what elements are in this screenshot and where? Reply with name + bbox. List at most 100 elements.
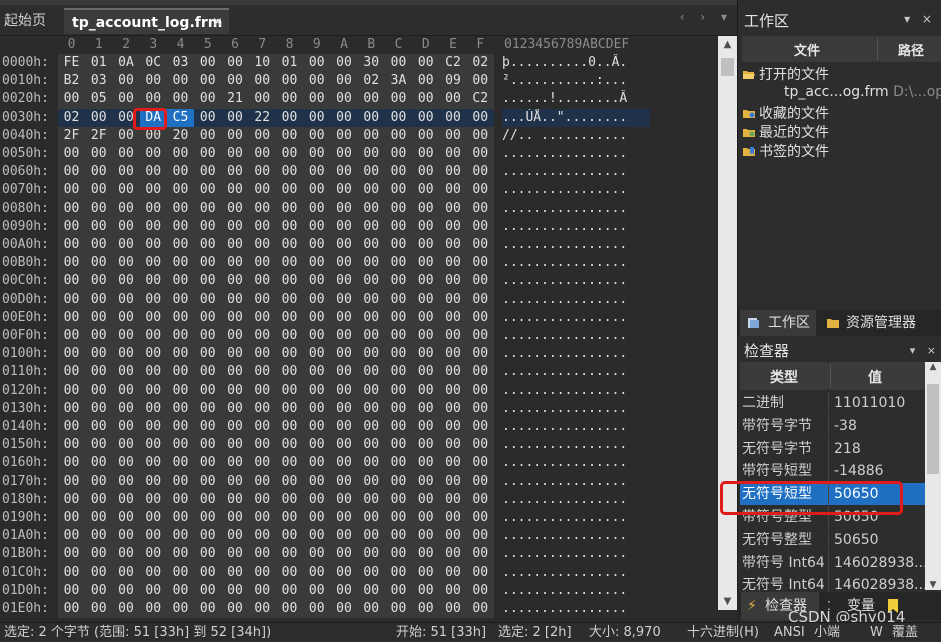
hex-byte[interactable]: 00 [249, 527, 276, 545]
hex-byte[interactable]: 00 [140, 436, 167, 454]
hex-byte[interactable]: 00 [167, 72, 194, 90]
hex-byte[interactable]: 00 [385, 54, 412, 72]
hex-byte[interactable]: 00 [58, 418, 85, 436]
hex-bytes[interactable]: 00 00 00 00 00 00 00 00 00 00 00 00 00 00 00 00 [58, 472, 494, 491]
hex-bytes[interactable]: 00 00 00 00 00 00 00 00 00 00 00 00 00 00 00 00 [58, 308, 494, 327]
hex-byte[interactable]: 00 [440, 418, 467, 436]
hex-byte[interactable]: 00 [385, 181, 412, 199]
hex-byte[interactable]: 00 [85, 382, 112, 400]
hex-byte[interactable]: C2 [440, 54, 467, 72]
hex-row[interactable]: 00E0h: 00 00 00 00 00 00 00 00 00 00 00 00 00 00 00 00..… [0, 308, 718, 327]
hex-byte[interactable]: 00 [222, 473, 249, 491]
hex-byte[interactable]: 00 [331, 600, 358, 618]
hex-byte[interactable]: 00 [276, 527, 303, 545]
hex-byte[interactable]: 00 [113, 491, 140, 509]
hex-byte[interactable]: 00 [331, 345, 358, 363]
hex-byte[interactable]: 00 [358, 454, 385, 472]
hex-byte[interactable]: 00 [467, 145, 494, 163]
hex-byte[interactable]: 00 [222, 491, 249, 509]
ascii-text[interactable]: ................ [502, 254, 650, 272]
hex-byte[interactable]: 00 [167, 90, 194, 108]
ascii-text[interactable]: ................ [502, 473, 650, 491]
hex-byte[interactable]: 00 [194, 564, 221, 582]
hex-byte[interactable]: 00 [194, 145, 221, 163]
hex-byte[interactable]: 00 [140, 491, 167, 509]
hex-byte[interactable]: 00 [303, 473, 330, 491]
ascii-text[interactable]: ................ [502, 218, 650, 236]
hex-byte[interactable]: 00 [303, 382, 330, 400]
hex-byte[interactable]: 00 [358, 218, 385, 236]
ascii-text[interactable]: ................ [502, 545, 650, 563]
hex-byte[interactable]: 00 [440, 236, 467, 254]
hex-byte[interactable]: 00 [140, 163, 167, 181]
hex-byte[interactable]: 00 [331, 454, 358, 472]
hex-byte[interactable]: 00 [467, 545, 494, 563]
hex-byte[interactable]: 00 [331, 509, 358, 527]
hex-row[interactable]: 00D0h: 00 00 00 00 00 00 00 00 00 00 00 00 00 00 00 00..… [0, 290, 718, 309]
hex-byte[interactable]: 00 [331, 545, 358, 563]
hex-row[interactable]: 01A0h: 00 00 00 00 00 00 00 00 00 00 00 00 00 00 00 00..… [0, 527, 718, 546]
hex-byte[interactable]: 00 [331, 564, 358, 582]
hex-byte[interactable]: 00 [412, 345, 439, 363]
hex-byte[interactable]: 00 [440, 527, 467, 545]
hex-byte[interactable]: 00 [113, 436, 140, 454]
hex-byte[interactable]: 00 [276, 109, 303, 127]
hex-byte[interactable]: 00 [385, 345, 412, 363]
hex-row[interactable]: 0140h: 00 00 00 00 00 00 00 00 00 00 00 00 00 00 00 00..… [0, 418, 718, 437]
hex-byte[interactable]: 00 [222, 145, 249, 163]
hex-byte[interactable]: 00 [249, 272, 276, 290]
hex-row[interactable]: 01D0h: 00 00 00 00 00 00 00 00 00 00 00 00 00 00 00 00..… [0, 581, 718, 600]
hex-byte[interactable]: 00 [467, 509, 494, 527]
hex-byte[interactable]: 00 [331, 327, 358, 345]
hex-byte[interactable]: 00 [276, 509, 303, 527]
hex-byte[interactable]: 10 [249, 54, 276, 72]
panel-controls-icon[interactable]: ▾ × [904, 12, 936, 26]
ascii-text[interactable]: ................ [502, 418, 650, 436]
hex-byte[interactable]: 00 [440, 145, 467, 163]
scroll-down-icon[interactable]: ▼ [718, 593, 737, 610]
hex-byte[interactable]: 00 [194, 109, 221, 127]
tree-open-files[interactable]: 打开的文件 [742, 64, 829, 84]
hex-byte[interactable]: 00 [331, 236, 358, 254]
hex-byte[interactable]: 00 [167, 218, 194, 236]
hex-byte[interactable]: 00 [222, 564, 249, 582]
hex-byte[interactable]: 00 [167, 491, 194, 509]
hex-byte[interactable]: 00 [303, 345, 330, 363]
hex-editor[interactable]: 0 1 2 3 4 5 6 7 8 9 A B C D E F 0123456789ABCDEF 0000h: F… [0, 36, 718, 619]
hex-bytes[interactable]: 00 00 00 00 00 00 00 00 00 00 00 00 00 00 00 00 [58, 527, 494, 546]
hex-row[interactable]: 0130h: 00 00 00 00 00 00 00 00 00 00 00 00 00 00 00 00..… [0, 399, 718, 418]
hex-byte[interactable]: 00 [358, 382, 385, 400]
hex-byte[interactable]: 00 [303, 145, 330, 163]
hex-byte[interactable]: 00 [249, 72, 276, 90]
hex-byte[interactable]: 00 [467, 473, 494, 491]
hex-byte[interactable]: 00 [194, 218, 221, 236]
hex-bytes[interactable]: 00 00 00 00 00 00 00 00 00 00 00 00 00 00 00 00 [58, 254, 494, 273]
hex-byte[interactable]: 00 [276, 291, 303, 309]
hex-byte[interactable]: 00 [467, 527, 494, 545]
hex-byte[interactable]: 00 [85, 363, 112, 381]
hex-byte[interactable]: 00 [385, 491, 412, 509]
hex-byte[interactable]: 00 [412, 163, 439, 181]
hex-byte[interactable]: 00 [276, 582, 303, 600]
hex-byte[interactable]: 00 [249, 418, 276, 436]
hex-byte[interactable]: 00 [58, 90, 85, 108]
hex-byte[interactable]: 00 [140, 418, 167, 436]
hex-byte[interactable]: 00 [85, 418, 112, 436]
hex-byte[interactable]: 00 [440, 600, 467, 618]
hex-byte[interactable]: 00 [467, 418, 494, 436]
hex-byte[interactable]: 00 [249, 509, 276, 527]
hex-byte[interactable]: 00 [412, 72, 439, 90]
hex-byte[interactable]: 00 [140, 145, 167, 163]
tree-recent[interactable]: 最近的文件 [742, 122, 829, 142]
hex-byte[interactable]: 00 [140, 564, 167, 582]
hex-byte[interactable]: 00 [85, 454, 112, 472]
hex-byte[interactable]: 00 [412, 436, 439, 454]
hex-byte[interactable]: 00 [194, 509, 221, 527]
hex-byte[interactable]: 00 [58, 218, 85, 236]
hex-byte[interactable]: 00 [358, 145, 385, 163]
hex-byte[interactable]: 00 [440, 564, 467, 582]
hex-byte[interactable]: 00 [385, 90, 412, 108]
hex-byte[interactable]: 00 [440, 272, 467, 290]
hex-byte[interactable]: 00 [276, 145, 303, 163]
hex-byte[interactable]: 00 [385, 327, 412, 345]
